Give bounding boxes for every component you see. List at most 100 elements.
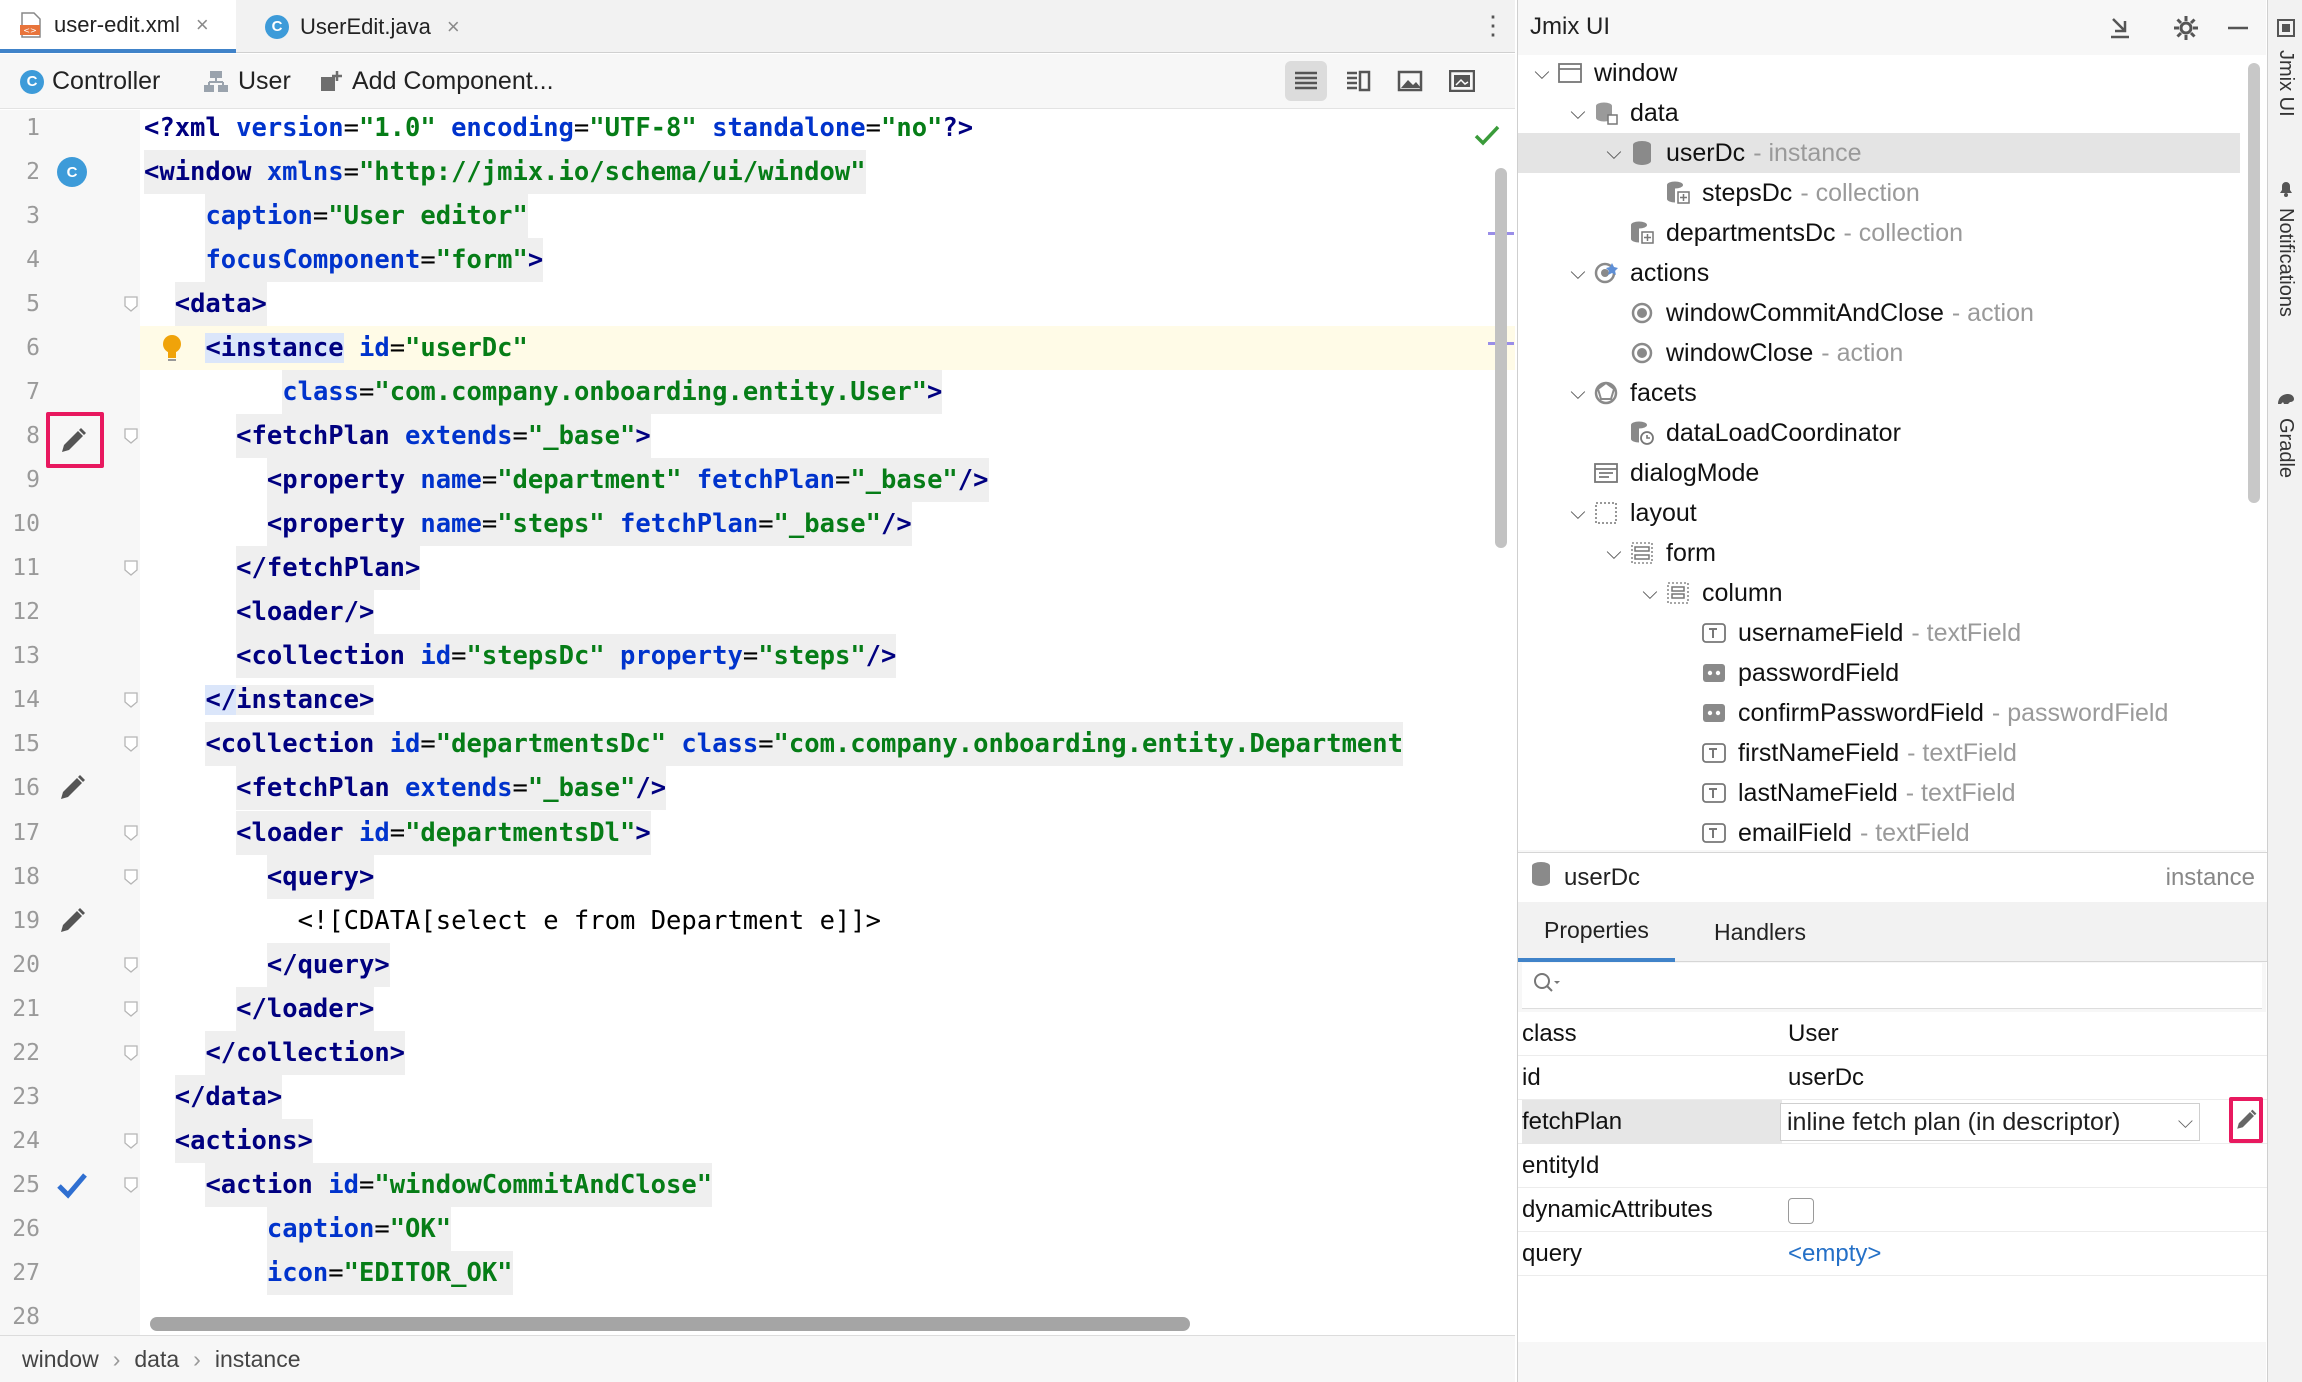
horizontal-scrollbar[interactable] xyxy=(150,1317,1190,1331)
code-line[interactable]: </data> xyxy=(174,1075,283,1119)
preview-icon[interactable] xyxy=(1389,61,1431,101)
close-icon[interactable]: × xyxy=(196,12,209,38)
code-line[interactable]: <collection id="departmentsDc" class="co… xyxy=(205,722,1403,766)
component-tree[interactable]: ⌵ window ⌵ data ⌵ userDc - instance stepsDc - co… xyxy=(1518,55,2267,850)
add-component-button[interactable]: Add Component... xyxy=(318,54,554,109)
code-line[interactable]: </fetchPlan> xyxy=(236,546,421,590)
gear-icon[interactable] xyxy=(2170,12,2202,44)
fold-marker-icon[interactable] xyxy=(124,1177,138,1193)
code-line[interactable]: <fetchPlan extends="_base"/> xyxy=(236,766,667,810)
chevron-down-icon[interactable]: ⌵ xyxy=(1636,582,1664,605)
tree-item-userDc[interactable]: ⌵ userDc - instance xyxy=(1518,133,2240,173)
jmix-ui-tool-button[interactable]: Jmix UI xyxy=(2274,50,2297,117)
tree-item-facets[interactable]: ⌵ facets xyxy=(1518,373,2240,413)
collapse-all-icon[interactable] xyxy=(2104,12,2136,44)
chevron-down-icon[interactable]: ⌵ xyxy=(1600,142,1628,165)
code-line[interactable]: </instance> xyxy=(205,678,375,722)
edit-icon[interactable] xyxy=(54,770,90,806)
notifications-tool-button[interactable]: Notifications xyxy=(2274,208,2297,317)
close-icon[interactable]: × xyxy=(447,14,460,40)
tree-item-confirmPasswordField[interactable]: confirmPasswordField - passwordField xyxy=(1518,693,2240,733)
tree-item-windowCommitAndClose[interactable]: windowCommitAndClose - action xyxy=(1518,293,2240,333)
tree-item-firstNameField[interactable]: firstNameField - textField xyxy=(1518,733,2240,773)
code-line[interactable]: <?xml version="1.0" encoding="UTF-8" sta… xyxy=(144,110,973,150)
chevron-down-icon[interactable]: ⌵ xyxy=(1564,382,1592,405)
class-icon[interactable]: C xyxy=(54,154,90,190)
code-line[interactable]: </loader> xyxy=(236,987,375,1031)
text-view-icon[interactable] xyxy=(1285,61,1327,101)
tab-properties[interactable]: Properties xyxy=(1518,902,1675,962)
vertical-scrollbar[interactable] xyxy=(1495,168,1507,548)
code-line[interactable]: <query> xyxy=(266,855,375,899)
tab-handlers[interactable]: Handlers xyxy=(1688,902,1832,962)
fold-marker-icon[interactable] xyxy=(124,560,138,576)
breadcrumb-item-instance[interactable]: instance xyxy=(215,1346,301,1373)
code-line[interactable]: class="com.company.onboarding.entity.Use… xyxy=(282,370,943,414)
chevron-down-icon[interactable]: ⌵ xyxy=(1528,62,1556,85)
fold-marker-icon[interactable] xyxy=(124,1045,138,1061)
code-line[interactable]: <loader/> xyxy=(236,590,375,634)
code-line[interactable]: <window xmlns="http://jmix.io/schema/ui/… xyxy=(144,150,866,194)
code-line[interactable]: </query> xyxy=(266,943,390,987)
code-line[interactable]: icon="EDITOR_OK" xyxy=(266,1251,513,1295)
fold-marker-icon[interactable] xyxy=(124,296,138,312)
code-line[interactable]: caption="OK" xyxy=(266,1207,452,1251)
tree-item-form[interactable]: ⌵ form xyxy=(1518,533,2240,573)
check-icon[interactable] xyxy=(54,1167,90,1203)
edit-icon[interactable] xyxy=(54,903,90,939)
code-line[interactable]: <instance id="userDc" xyxy=(205,326,528,370)
fold-marker-icon[interactable] xyxy=(124,736,138,752)
fold-marker-icon[interactable] xyxy=(124,692,138,708)
tree-item-actions[interactable]: ⌵ actions xyxy=(1518,253,2240,293)
dynamic-attributes-checkbox[interactable] xyxy=(1788,1198,1814,1224)
tree-item-usernameField[interactable]: usernameField - textField xyxy=(1518,613,2240,653)
property-value[interactable]: User xyxy=(1788,1012,1839,1056)
code-line[interactable]: <loader id="departmentsDl"> xyxy=(236,811,651,855)
chevron-down-icon[interactable]: ⌵ xyxy=(1600,542,1628,565)
fold-marker-icon[interactable] xyxy=(124,1133,138,1149)
minimize-icon[interactable] xyxy=(2222,12,2254,44)
fold-marker-icon[interactable] xyxy=(124,428,138,444)
code-line[interactable]: focusComponent="form"> xyxy=(205,238,544,282)
tree-item-lastNameField[interactable]: lastNameField - textField xyxy=(1518,773,2240,813)
code-line[interactable]: <fetchPlan extends="_base"> xyxy=(236,414,651,458)
chevron-down-icon[interactable]: ⌵ xyxy=(1564,262,1592,285)
tree-item-dataLoadCoordinator[interactable]: dataLoadCoordinator xyxy=(1518,413,2240,453)
fold-marker-icon[interactable] xyxy=(124,869,138,885)
tree-item-emailField[interactable]: emailField - textField xyxy=(1518,813,2240,850)
chevron-down-icon[interactable]: ⌵ xyxy=(2178,1104,2193,1140)
code-line[interactable]: <data> xyxy=(174,282,267,326)
chevron-down-icon[interactable]: ⌵ xyxy=(1564,502,1592,525)
code-line[interactable]: <actions> xyxy=(174,1119,313,1163)
tree-item-window[interactable]: ⌵ window xyxy=(1518,55,2240,93)
code-line[interactable]: </collection> xyxy=(205,1031,406,1075)
tree-item-column[interactable]: ⌵ column xyxy=(1518,573,2240,613)
fetch-plan-dropdown[interactable]: inline fetch plan (in descriptor) ⌵ xyxy=(1780,1103,2200,1141)
tree-scrollbar[interactable] xyxy=(2248,63,2260,503)
tab-user-edit-xml[interactable]: <> user-edit.xml × xyxy=(0,0,236,53)
fold-marker-icon[interactable] xyxy=(124,957,138,973)
gradle-tool-button[interactable]: Gradle xyxy=(2274,418,2297,478)
controller-button[interactable]: C Controller xyxy=(20,54,160,109)
tree-item-windowClose[interactable]: windowClose - action xyxy=(1518,333,2240,373)
design-view-icon[interactable] xyxy=(1441,61,1483,101)
split-view-icon[interactable] xyxy=(1337,61,1379,101)
more-options-icon[interactable]: ⋮ xyxy=(1480,10,1506,44)
code-line[interactable]: caption="User editor" xyxy=(205,194,528,238)
chevron-down-icon[interactable]: ⌵ xyxy=(1564,102,1592,125)
breadcrumb-item-data[interactable]: data xyxy=(134,1346,179,1373)
tree-item-stepsDc[interactable]: stepsDc - collection xyxy=(1518,173,2240,213)
code-line[interactable]: <collection id="stepsDc" property="steps… xyxy=(236,634,897,678)
code-line[interactable]: <![CDATA[select e from Department e]]> xyxy=(298,899,881,943)
code-line[interactable]: <property name="department" fetchPlan="_… xyxy=(266,458,989,502)
tree-item-data[interactable]: ⌵ data xyxy=(1518,93,2240,133)
tree-item-dialogMode[interactable]: dialogMode xyxy=(1518,453,2240,493)
property-search-input[interactable] xyxy=(1522,963,2262,1009)
property-value[interactable]: <empty> xyxy=(1788,1232,1881,1276)
entity-button[interactable]: User xyxy=(202,54,291,109)
lightbulb-icon[interactable] xyxy=(154,330,190,366)
code-line[interactable]: <action id="windowCommitAndClose" xyxy=(205,1163,713,1207)
tree-item-passwordField[interactable]: passwordField xyxy=(1518,653,2240,693)
fold-marker-icon[interactable] xyxy=(124,825,138,841)
property-value[interactable]: userDc xyxy=(1788,1056,1864,1100)
